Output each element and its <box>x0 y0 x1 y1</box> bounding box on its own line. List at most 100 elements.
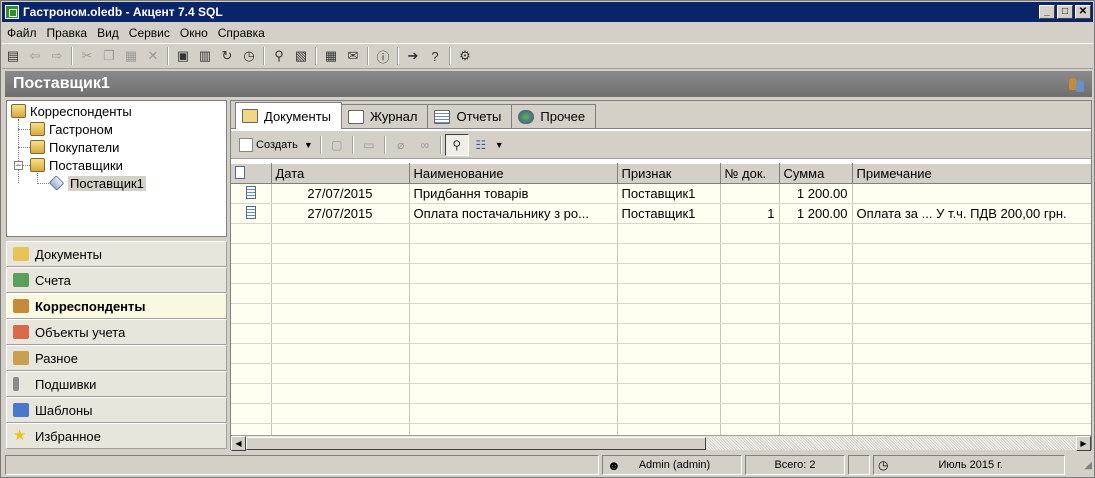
toolbar-separator <box>383 135 386 154</box>
nav-accounts[interactable]: Счета <box>6 267 227 293</box>
tab-journal[interactable]: Журнал <box>341 104 429 128</box>
properties-icon[interactable]: ▤ <box>2 45 24 67</box>
forward-icon[interactable]: ⇨ <box>46 45 68 67</box>
resize-grip-icon[interactable]: ◢ <box>1084 460 1092 471</box>
accounts-icon <box>13 273 29 287</box>
templates-icon <box>13 403 29 417</box>
column-header-note[interactable]: Примечание <box>852 163 1091 184</box>
column-header-sum[interactable]: Сумма <box>779 163 853 184</box>
cut-icon[interactable]: ✂ <box>76 45 98 67</box>
tree-node-root[interactable]: Корреспонденты <box>11 102 132 120</box>
folder-icon[interactable]: ▥ <box>194 45 216 67</box>
mail-icon[interactable]: ✉ <box>342 45 364 67</box>
nav-templates[interactable]: Шаблоны <box>6 397 227 423</box>
link-icon[interactable]: ∞ <box>413 134 437 156</box>
cell-note: Оплата за ... У т.ч. ПДВ 200,00 грн. <box>852 203 1091 224</box>
scroll-left-icon[interactable]: ◀ <box>231 435 246 451</box>
tab-other[interactable]: Прочее <box>511 104 597 128</box>
tree-node-buyers[interactable]: Покупатели <box>30 138 119 156</box>
menu-view[interactable]: Вид <box>92 26 124 40</box>
status-total: Всего: 2 <box>745 455 845 475</box>
status-bar: ☻ Admin (admin) Всего: 2 ◷ Июль 2015 г. … <box>5 454 1092 476</box>
close-button[interactable]: ✕ <box>1075 5 1091 19</box>
tree-node-gastronom[interactable]: Гастроном <box>30 120 113 138</box>
cell-number <box>720 183 780 204</box>
nav-correspondents[interactable]: Корреспонденты <box>6 293 227 319</box>
settings-icon[interactable]: ⚙ <box>454 45 476 67</box>
cell-number: 1 <box>720 203 780 224</box>
column-header-name[interactable]: Наименование <box>409 163 618 184</box>
info-icon[interactable]: ⓘ <box>372 45 394 67</box>
report-icon[interactable]: ▧ <box>290 45 312 67</box>
back-icon[interactable]: ⇦ <box>24 45 46 67</box>
table-header: Дата Наименование Признак № док. Сумма П… <box>231 163 1091 184</box>
menu-service[interactable]: Сервис <box>124 26 175 40</box>
column-header-date[interactable]: Дата <box>271 163 410 184</box>
tree-node-suppliers[interactable]: Поставщики <box>30 156 123 174</box>
nav-label: Документы <box>35 246 103 262</box>
filter-icon[interactable]: ⚲ <box>444 133 469 156</box>
scrollbar-track[interactable] <box>706 436 1076 450</box>
calendar-icon[interactable]: ▦ <box>320 45 342 67</box>
paste-icon[interactable]: ▦ <box>120 45 142 67</box>
tab-reports[interactable]: Отчеты <box>427 104 513 128</box>
tab-label: Прочее <box>540 109 586 124</box>
toolbar-separator <box>167 47 169 65</box>
find-icon[interactable]: ⚲ <box>268 45 290 67</box>
horizontal-scrollbar[interactable]: ◀ ▶ <box>231 435 1091 451</box>
copy-icon[interactable]: ❐ <box>98 45 120 67</box>
print-icon[interactable]: ▭ <box>357 134 381 156</box>
tree-node-label: Корреспонденты <box>30 103 132 119</box>
nav-documents[interactable]: Документы <box>6 241 227 267</box>
maximize-button[interactable]: □ <box>1057 5 1073 19</box>
navigation-pane: Документы Счета Корреспонденты Объекты у… <box>6 241 227 449</box>
menu-help[interactable]: Справка <box>213 26 270 40</box>
delete-icon[interactable]: ✕ <box>142 45 164 67</box>
exit-icon[interactable]: ➔ <box>402 45 424 67</box>
edit-document-icon[interactable]: ▢ <box>325 134 349 156</box>
nav-label: Счета <box>35 272 71 288</box>
table-row[interactable]: 27/07/2015 Оплата постачальнику з ро... … <box>231 203 1091 224</box>
table-row <box>231 283 1091 304</box>
open-icon[interactable]: ▣ <box>172 45 194 67</box>
create-button[interactable]: Создать ▼ <box>235 134 317 156</box>
main-toolbar: ▤ ⇦ ⇨ ✂ ❐ ▦ ✕ ▣ ▥ ↻ ◷ ⚲ ▧ ▦ ✉ ⓘ ➔ ? ⚙ <box>2 43 1093 69</box>
table-row <box>231 403 1091 424</box>
nav-binders[interactable]: Подшивки <box>6 371 227 397</box>
nav-accounting-objects[interactable]: Объекты учета <box>6 319 227 345</box>
nav-misc[interactable]: Разное <box>6 345 227 371</box>
table-row <box>231 343 1091 364</box>
status-period[interactable]: ◷ Июль 2015 г. <box>873 455 1065 475</box>
column-header-icon[interactable] <box>231 163 272 184</box>
nav-label: Подшивки <box>35 376 97 392</box>
help-icon[interactable]: ? <box>424 45 446 67</box>
objects-icon <box>13 325 29 339</box>
nav-label: Разное <box>35 350 78 366</box>
documents-table: Дата Наименование Признак № док. Сумма П… <box>231 163 1091 435</box>
menu-file[interactable]: Файл <box>2 26 42 40</box>
collapse-toggle[interactable]: − <box>14 161 23 170</box>
view-list-icon[interactable]: ☷ <box>469 134 493 156</box>
nav-label: Шаблоны <box>35 402 93 418</box>
scroll-right-icon[interactable]: ▶ <box>1076 435 1091 451</box>
minimize-button[interactable]: _ <box>1039 5 1055 19</box>
status-period-label: Июль 2015 г. <box>938 459 1003 471</box>
column-header-sign[interactable]: Признак <box>617 163 721 184</box>
clock-icon[interactable]: ◷ <box>238 45 260 67</box>
tree-node-supplier1[interactable]: Поставщик1 <box>48 174 146 192</box>
column-header-number[interactable]: № док. <box>720 163 780 184</box>
tab-documents[interactable]: Документы <box>235 102 343 129</box>
status-empty <box>848 455 870 475</box>
folder-icon <box>30 158 45 172</box>
scrollbar-thumb[interactable] <box>246 436 706 450</box>
menu-window[interactable]: Окно <box>175 26 213 40</box>
nav-favorites[interactable]: ★ Избранное <box>6 423 227 449</box>
menu-edit[interactable]: Правка <box>42 26 93 40</box>
chevron-down-icon[interactable]: ▼ <box>495 140 504 150</box>
paperclip-icon[interactable]: ⌀ <box>389 134 413 156</box>
title-bar[interactable]: Гастроном.oledb - Акцент 7.4 SQL _ □ ✕ <box>2 2 1093 22</box>
refresh-icon[interactable]: ↻ <box>216 45 238 67</box>
table-row[interactable]: 27/07/2015 Придбання товарів Поставщик1 … <box>231 183 1091 204</box>
main-panel: Документы Журнал Отчеты Прочее Создать ▼ <box>230 100 1092 451</box>
menu-bar: Файл Правка Вид Сервис Окно Справка <box>2 23 1093 42</box>
